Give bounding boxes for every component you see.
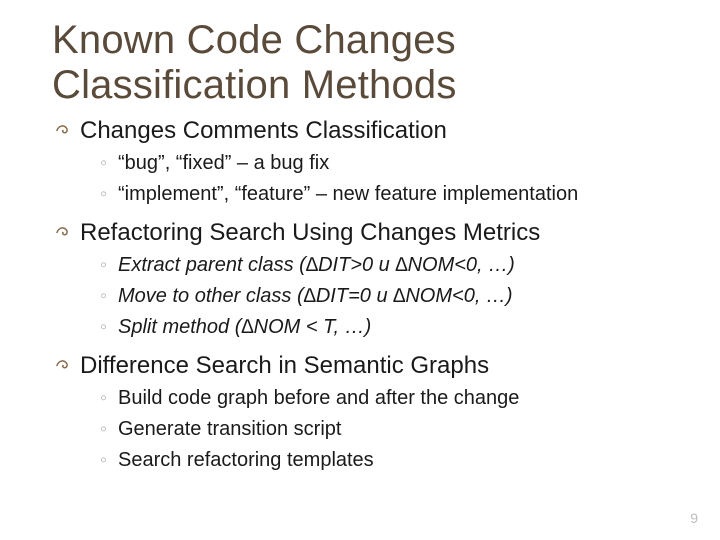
section-1-heading: Refactoring Search Using Changes Metrics [52,218,680,248]
section-2-item-2: Search refactoring templates [118,445,680,476]
list-item: ◦ “bug”, “fixed” – a bug fix [100,148,680,179]
section-0-item-0: “bug”, “fixed” – a bug fix [118,148,680,179]
section-2-heading: Difference Search in Semantic Graphs [52,351,680,381]
section-0: Changes Comments Classification ◦ “bug”,… [52,116,680,210]
swirl-bullet-icon [52,218,74,248]
circle-bullet-icon: ◦ [100,250,118,281]
slide-title: Known Code Changes Classification Method… [52,18,680,108]
section-2-list: ◦ Build code graph before and after the … [100,383,680,476]
circle-bullet-icon: ◦ [100,445,118,476]
title-line-2: Classification Methods [52,63,457,107]
section-1-item-2: Split method (∆NOM < T, …) [118,312,680,343]
list-item: ◦ Search refactoring templates [100,445,680,476]
circle-bullet-icon: ◦ [100,148,118,179]
page-number: 9 [690,510,698,526]
circle-bullet-icon: ◦ [100,179,118,210]
section-1-heading-text: Refactoring Search Using Changes Metrics [80,218,540,248]
section-0-list: ◦ “bug”, “fixed” – a bug fix ◦ “implemen… [100,148,680,210]
swirl-bullet-icon [52,351,74,381]
section-1-item-1: Move to other class (∆DIT=0 и ∆NOM<0, …) [118,281,680,312]
list-item: ◦ Generate transition script [100,414,680,445]
circle-bullet-icon: ◦ [100,414,118,445]
section-0-heading-text: Changes Comments Classification [80,116,447,146]
section-2-item-0: Build code graph before and after the ch… [118,383,680,414]
section-0-item-1: “implement”, “feature” – new feature imp… [118,179,680,210]
circle-bullet-icon: ◦ [100,312,118,343]
list-item: ◦ Build code graph before and after the … [100,383,680,414]
list-item: ◦ Extract parent class (∆DIT>0 и ∆NOM<0,… [100,250,680,281]
circle-bullet-icon: ◦ [100,383,118,414]
section-1-list: ◦ Extract parent class (∆DIT>0 и ∆NOM<0,… [100,250,680,343]
slide: Known Code Changes Classification Method… [0,0,720,540]
list-item: ◦ Split method (∆NOM < T, …) [100,312,680,343]
section-2: Difference Search in Semantic Graphs ◦ B… [52,351,680,476]
section-0-heading: Changes Comments Classification [52,116,680,146]
section-2-item-1: Generate transition script [118,414,680,445]
title-line-1: Known Code Changes [52,18,456,62]
section-2-heading-text: Difference Search in Semantic Graphs [80,351,489,381]
section-1-item-0: Extract parent class (∆DIT>0 и ∆NOM<0, …… [118,250,680,281]
circle-bullet-icon: ◦ [100,281,118,312]
list-item: ◦ Move to other class (∆DIT=0 и ∆NOM<0, … [100,281,680,312]
list-item: ◦ “implement”, “feature” – new feature i… [100,179,680,210]
swirl-bullet-icon [52,116,74,146]
section-1: Refactoring Search Using Changes Metrics… [52,218,680,343]
